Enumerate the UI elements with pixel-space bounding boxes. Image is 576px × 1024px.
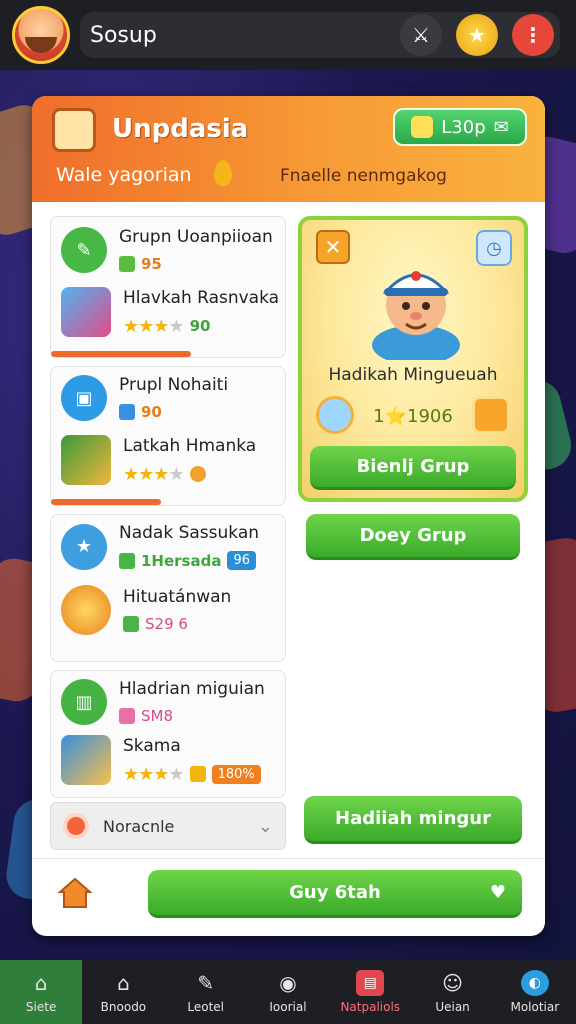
group-meta: SM8 (141, 707, 174, 725)
ribbon-icon (119, 708, 135, 724)
group-title: Grupn Uoanpiioan (119, 227, 273, 247)
mascot-image (372, 271, 460, 360)
list-item[interactable]: ✎ Grupn Uoanpiioan 95 Hlavkah Rasnvaka ★… (50, 216, 286, 358)
ticket-icon: ▤ (356, 970, 385, 996)
badge-icon (119, 404, 135, 420)
group-meta: 1Hersada (141, 551, 222, 570)
search-bar[interactable]: Sosup ⚔ ★ ⋮ (80, 12, 560, 58)
coin-icon (189, 466, 206, 482)
list-item[interactable]: ★ Nadak Sassukan 1Hersada 96 Hituatánwan… (50, 514, 286, 662)
star-rating: ★★★★ (123, 315, 185, 337)
progress-bar (51, 351, 191, 357)
badge-icon (119, 552, 135, 569)
globe-icon: ◐ (520, 970, 549, 996)
nav-item-ioorial[interactable]: ◉ Ioorial (247, 960, 329, 1024)
nav-item-molotiar[interactable]: ◐ Molotiar (494, 960, 576, 1024)
search-text: Sosup (90, 22, 157, 48)
nav-label: Leotel (187, 1000, 225, 1014)
book-icon (52, 108, 96, 152)
item-title: Hlavkah Rasnvaka (123, 287, 280, 308)
item-meta: 90 (189, 317, 211, 335)
star-medal-icon (61, 585, 111, 635)
nav-item-leotel[interactable]: ✎ Leotel (165, 960, 247, 1024)
crate-icon: ▣ (61, 375, 107, 421)
group-meta: 95 (141, 255, 162, 273)
group-title: Prupl Nohaiti (119, 375, 229, 395)
item-title: Latkah Hmanka (123, 435, 257, 456)
ticket-icon (119, 256, 135, 272)
nav-label: Molotiar (510, 1000, 560, 1014)
star-rating: ★★★★ (123, 763, 185, 785)
item-meta: S29 6 (145, 615, 188, 633)
character-icon (61, 435, 111, 485)
guy-label: Guy 6tah (289, 882, 381, 903)
item-title: Hituatánwan (123, 587, 232, 607)
hadiah-button[interactable]: Hadiiah mingur (304, 796, 522, 844)
home-icon: ⌂ (34, 971, 48, 995)
trophy-icon: ★ (61, 523, 107, 570)
drop-icon (214, 160, 232, 186)
reward-name: Hadikah Minguеuah (328, 365, 498, 385)
group-meta: 90 (141, 403, 162, 421)
progress-bar (51, 499, 161, 505)
nav-item-natpaliols[interactable]: ▤ Natpaliols (329, 960, 411, 1024)
close-icon[interactable]: ✕ (316, 230, 350, 264)
circle-icon: ◉ (279, 971, 297, 995)
chevron-down-icon: ⌄ (257, 815, 273, 837)
home-icon[interactable] (58, 876, 92, 910)
mail-icon: ✉ (493, 116, 509, 138)
swords-icon[interactable]: ⚔ (400, 14, 442, 56)
nav-item-siete[interactable]: ⌂ Siete (0, 960, 83, 1024)
nav-item-ueian[interactable]: ☺ Ueian (411, 960, 493, 1024)
bag-icon (411, 116, 434, 138)
worker-icon (61, 735, 111, 785)
nav-label: Siete (25, 1000, 57, 1014)
dosy-grup-button[interactable]: Doey Grup (306, 514, 520, 560)
divider (32, 858, 545, 859)
player-avatar[interactable] (12, 6, 70, 64)
group-title: Nadak Sassukan (119, 523, 260, 543)
guy-button[interactable]: Guy 6tah ♥ (148, 870, 522, 918)
nav-label: Natpaliols (340, 1000, 401, 1014)
shield-icon (472, 396, 510, 434)
inbox-button[interactable]: L30p ✉ (393, 108, 527, 146)
clock-icon[interactable]: ◷ (476, 230, 512, 266)
user-icon: ☺ (442, 971, 463, 995)
count-badge: 96 (227, 551, 257, 570)
panel-title: Unpdasia (112, 114, 249, 144)
group-icon: ✎ (61, 227, 107, 273)
star-rating: ★★★★ (123, 463, 185, 485)
top-bar: Sosup ⚔ ★ ⋮ (0, 0, 576, 70)
hat-icon: ▥ (61, 679, 107, 725)
nav-item-bnoodo[interactable]: ⌂ Bnoodo (82, 960, 164, 1024)
percent-badge: 180% (211, 764, 261, 784)
heart-icon: ♥ (489, 882, 506, 903)
filter-dropdown[interactable]: Noracnle ⌄ (50, 802, 286, 850)
panel-header: Unpdasia L30p ✉ Wale yagorian Fnaelle ne… (32, 96, 545, 202)
nav-label: Bnoodo (100, 1000, 147, 1014)
reward-card: ✕ ◷ Hadikah Minguеuah 1⭐1906 Bienlj Grup (298, 216, 528, 502)
target-icon (63, 813, 89, 839)
gift-icon (123, 616, 139, 632)
claim-button[interactable]: Bienlj Grup (310, 446, 516, 490)
bottom-nav: ⌂ Siete ⌂ Bnoodo ✎ Leotel ◉ Ioorial ▤ Na… (0, 960, 576, 1024)
list-item[interactable]: ▥ Hladrian miguian SM8 Skama ★★★★ 180% (50, 670, 286, 798)
coin-icon (189, 766, 206, 782)
house-icon: ⌂ (117, 971, 130, 995)
item-title: Skama (123, 735, 181, 756)
main-panel: Unpdasia L30p ✉ Wale yagorian Fnaelle ne… (32, 96, 545, 936)
inbox-label: L30p (441, 116, 486, 138)
group-title: Hladrian miguian (119, 679, 265, 699)
nav-label: Ueian (435, 1000, 470, 1014)
more-icon[interactable]: ⋮ (512, 14, 554, 56)
list-item[interactable]: ▣ Prupl Nohaiti 90 Latkah Hmanka ★★★★ (50, 366, 286, 506)
brush-icon: ✎ (197, 971, 215, 995)
header-subtitle-right: Fnaelle nenmgakog (280, 166, 447, 186)
header-subtitle-left: Wale yagorian (56, 164, 192, 186)
nav-label: Ioorial (269, 1000, 307, 1014)
books-icon (61, 287, 111, 337)
star-icon[interactable]: ★ (456, 14, 498, 56)
dropdown-label: Noracnle (103, 816, 175, 836)
